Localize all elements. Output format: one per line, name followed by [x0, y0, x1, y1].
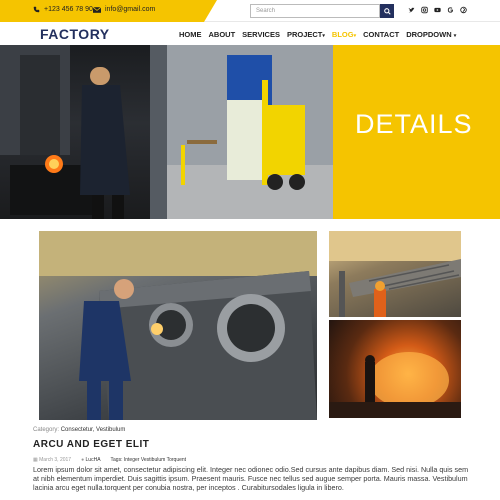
nav-about[interactable]: ABOUT [209, 30, 236, 39]
google-icon[interactable] [447, 6, 454, 14]
pinterest-icon[interactable] [460, 6, 467, 14]
nav-home[interactable]: HOME [179, 30, 202, 39]
post-main-image [39, 231, 317, 420]
user-icon: ● [81, 457, 85, 463]
chevron-down-icon: ▾ [453, 33, 457, 39]
phone-icon [33, 6, 40, 13]
post-side-image-foundry [329, 320, 461, 418]
phone-number: +123 456 78 90 [44, 6, 93, 13]
post-body: Lorem ipsum dolor sit amet, consectetur … [33, 465, 469, 493]
hero-title-panel: DETAILS [333, 45, 500, 219]
post-side-image-shaft [329, 231, 461, 317]
social-links [408, 6, 467, 14]
post-author[interactable]: ● LucHA [81, 457, 100, 463]
envelope-icon [93, 6, 101, 13]
post-title: ARCU AND EGET ELIT [33, 439, 150, 450]
twitter-icon[interactable] [408, 6, 415, 14]
nav-project[interactable]: PROJECT▾ [287, 30, 325, 39]
top-bar: +123 456 78 90 info@gmail.com Search [0, 0, 500, 22]
grinding-worker-illustration [39, 231, 317, 420]
contact-email[interactable]: info@gmail.com [93, 6, 155, 13]
nav-dropdown[interactable]: DROPDOWN ▾ [406, 30, 456, 39]
contact-phone[interactable]: +123 456 78 90 [33, 6, 93, 13]
post-author-value: LucHA [85, 457, 101, 463]
email-address: info@gmail.com [105, 6, 156, 13]
tags-value[interactable]: Integer Vestibulum Torquent [124, 457, 186, 463]
search-input[interactable]: Search [250, 4, 380, 18]
instagram-icon[interactable] [421, 6, 428, 14]
shaft-illustration [329, 231, 461, 317]
category-links[interactable]: Consectetur, Vestibulum [61, 427, 126, 433]
search-icon [383, 7, 391, 15]
forge-illustration [0, 45, 167, 219]
foundry-illustration [329, 352, 461, 418]
main-header: FACTORY HOME ABOUT SERVICES PROJECT▾ BLO… [0, 22, 500, 45]
nav-blog-label: BLOG [331, 30, 354, 39]
hero-banner: DETAILS [0, 45, 500, 219]
hero-image-forge [0, 45, 167, 219]
chevron-down-icon: ▾ [322, 33, 325, 39]
hero-image-forklift [167, 45, 333, 219]
search-button[interactable] [380, 4, 394, 18]
nav-contact[interactable]: CONTACT [363, 30, 399, 39]
calendar-icon: ▦ [33, 457, 38, 463]
category-label: Category: [33, 427, 60, 433]
main-nav: HOME ABOUT SERVICES PROJECT▾ BLOG▾ CONTA… [179, 30, 456, 39]
post-category: Category: Consectetur, Vestibulum [33, 427, 125, 433]
youtube-icon[interactable] [434, 6, 441, 14]
forklift-illustration [167, 45, 333, 219]
nav-project-label: PROJECT [286, 30, 323, 39]
page-title: DETAILS [355, 109, 473, 139]
site-logo[interactable]: FACTORY [40, 26, 110, 42]
post-date-value: March 3, 2017 [39, 457, 72, 463]
tags-label: Tags: [110, 457, 123, 463]
nav-dropdown-label: DROPDOWN [406, 30, 452, 39]
chevron-down-icon: ▾ [353, 33, 357, 39]
nav-services[interactable]: SERVICES [242, 30, 280, 39]
nav-blog[interactable]: BLOG▾ [332, 30, 356, 39]
post-tags: Tags: Integer Vestibulum Torquent [111, 457, 187, 463]
post-meta: ▦ March 3, 2017 ● LucHA Tags: Integer Ve… [33, 457, 186, 463]
post-date: ▦ March 3, 2017 [33, 457, 71, 463]
